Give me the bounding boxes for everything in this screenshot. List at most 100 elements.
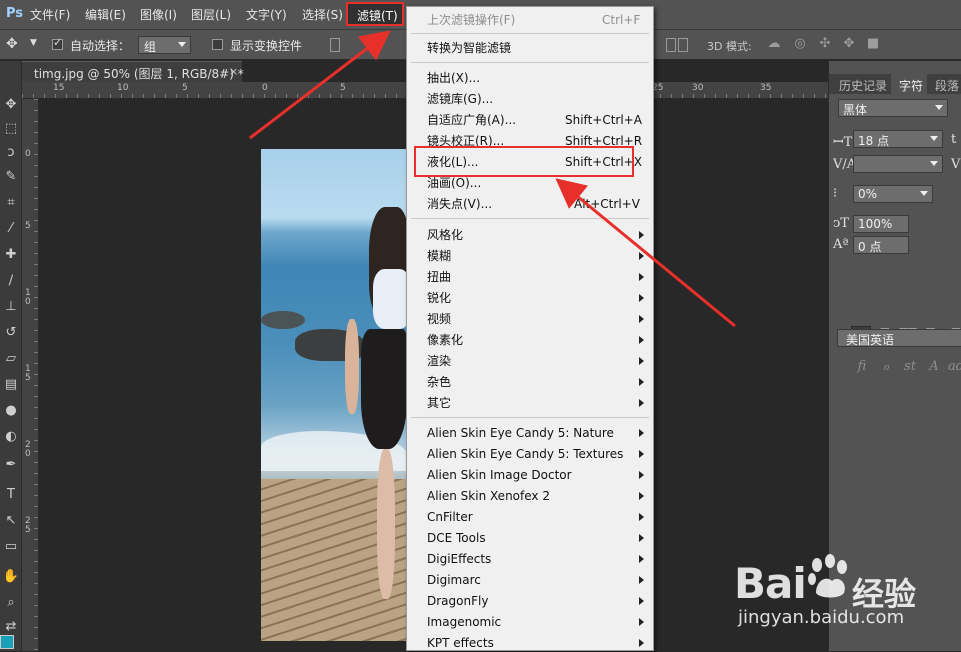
menu-image[interactable]: 图像(I) [140, 6, 177, 23]
menu-item-stylize[interactable]: 风格化 [427, 226, 463, 244]
show-transform-checkbox[interactable] [212, 39, 223, 50]
history-brush-tool-icon[interactable]: ↺ [1, 323, 21, 343]
menu-separator [411, 62, 649, 63]
submenu-arrow-icon [639, 429, 644, 437]
tracking-dropdown[interactable]: 0% [853, 185, 933, 203]
menu-file[interactable]: 文件(F) [30, 6, 70, 23]
swash-button[interactable]: A [925, 358, 943, 376]
align-top-icon[interactable] [330, 38, 340, 52]
tab-paragraph[interactable]: 段落 [935, 77, 959, 94]
menu-item-distort[interactable]: 扭曲 [427, 268, 451, 286]
menu-item-adaptive-wide-angle[interactable]: 自适应广角(A)... [427, 111, 516, 129]
paw-icon [808, 554, 847, 598]
tab-history[interactable]: 历史记录 [839, 77, 887, 94]
menu-item-extract[interactable]: 抽出(X)... [427, 69, 480, 87]
ruler-tick-label: 30 [692, 83, 704, 93]
baseline-shift-field[interactable]: 0 点 [853, 236, 909, 254]
menu-type[interactable]: 文字(Y) [246, 6, 287, 23]
tool-preset-chevron-icon[interactable]: ▼ [30, 38, 37, 48]
move-tool-icon[interactable]: ✥ [6, 36, 18, 52]
menu-item-filter-gallery[interactable]: 滤镜库(G)... [427, 90, 493, 108]
menu-item-pixelate[interactable]: 像素化 [427, 331, 463, 349]
language-dropdown[interactable]: 美国英语 [837, 329, 961, 347]
vertical-scale-field[interactable]: 100% [853, 215, 909, 233]
menu-item-smart-filter[interactable]: 转换为智能滤镜 [427, 39, 511, 57]
type-tool-icon[interactable]: T [1, 485, 21, 505]
submenu-arrow-icon [639, 639, 644, 647]
menu-item-plugin-dragonfly[interactable]: DragonFly [427, 592, 488, 610]
font-family-dropdown[interactable]: 黑体 [838, 99, 948, 117]
menu-item-noise[interactable]: 杂色 [427, 373, 451, 391]
gradient-tool-icon[interactable]: ▤ [1, 375, 21, 395]
shape-tool-icon[interactable]: ▭ [1, 537, 21, 557]
dodge-tool-icon[interactable]: ◐ [1, 427, 21, 447]
menu-edit[interactable]: 编辑(E) [85, 6, 126, 23]
submenu-arrow-icon [639, 252, 644, 260]
menu-item-plugin-cnfilter[interactable]: CnFilter [427, 508, 473, 526]
menu-item-sharpen[interactable]: 锐化 [427, 289, 451, 307]
align-middle-icon[interactable] [666, 38, 676, 52]
brush-tool-icon[interactable]: ∕ [1, 271, 21, 291]
zoom-tool-icon[interactable]: ⌕ [1, 593, 21, 613]
menu-item-plugin-eye-candy-nature[interactable]: Alien Skin Eye Candy 5: Nature [427, 424, 614, 442]
auto-select-dropdown[interactable]: 组 [138, 36, 191, 54]
lasso-tool-icon[interactable]: ↄ [1, 143, 21, 163]
menu-item-plugin-xenofex[interactable]: Alien Skin Xenofex 2 [427, 487, 550, 505]
ligature-button[interactable]: fi [853, 358, 871, 376]
eyedropper-tool-icon[interactable]: ⁄ [1, 219, 21, 239]
eraser-tool-icon[interactable]: ▱ [1, 349, 21, 369]
menu-item-other[interactable]: 其它 [427, 394, 451, 412]
leading-icon: t [951, 132, 957, 147]
menu-item-vanishing-point[interactable]: 消失点(V)... [427, 195, 492, 213]
photo-image[interactable] [261, 149, 407, 641]
old-style-button[interactable]: ℴ [877, 358, 895, 376]
rotate-3d-icon[interactable]: ☁ [766, 36, 782, 52]
menu-item-plugin-digimarc[interactable]: Digimarc [427, 571, 481, 589]
menu-item-plugin-kpt-effects[interactable]: KPT effects [427, 634, 494, 652]
blur-tool-icon[interactable]: ● [1, 401, 21, 421]
close-tab-icon[interactable]: × [229, 65, 238, 78]
drag-3d-icon[interactable]: ✣ [817, 36, 833, 52]
font-size-dropdown[interactable]: 18 点 [853, 130, 943, 148]
marquee-tool-icon[interactable]: ⬚ [1, 119, 21, 139]
submenu-arrow-icon [639, 450, 644, 458]
menu-item-blur[interactable]: 模糊 [427, 247, 451, 265]
crop-tool-icon[interactable]: ⌗ [1, 193, 21, 213]
path-select-tool-icon[interactable]: ↖ [1, 511, 21, 531]
ps-logo[interactable]: Ps [6, 6, 23, 21]
watermark-url: jingyan.baidu.com [738, 607, 905, 628]
auto-select-checkbox[interactable] [52, 36, 63, 50]
menu-item-plugin-imagenomic[interactable]: Imagenomic [427, 613, 501, 631]
menu-item-video[interactable]: 视频 [427, 310, 451, 328]
distribute-icon[interactable] [678, 38, 688, 52]
stylistic-alt-button[interactable]: st [901, 358, 919, 376]
ordinals-button[interactable]: ad [947, 358, 961, 376]
stamp-tool-icon[interactable]: ⊥ [1, 297, 21, 317]
pen-tool-icon[interactable]: ✒ [1, 455, 21, 475]
slide-3d-icon[interactable]: ✥ [841, 36, 857, 52]
document-tab[interactable]: timg.jpg @ 50% (图层 1, RGB/8#) * × [22, 61, 244, 82]
menu-layer[interactable]: 图层(L) [191, 6, 231, 23]
quick-select-tool-icon[interactable]: ✎ [1, 167, 21, 187]
menu-filter[interactable]: 滤镜(T) [346, 2, 404, 26]
menu-item-plugin-dce-tools[interactable]: DCE Tools [427, 529, 486, 547]
tab-character[interactable]: 字符 [899, 77, 923, 94]
kerning-dropdown[interactable] [853, 155, 943, 173]
roll-3d-icon[interactable]: ◎ [792, 36, 808, 52]
foreground-color-swatch[interactable] [0, 635, 14, 649]
menu-item-render[interactable]: 渲染 [427, 352, 451, 370]
menu-item-plugin-digieffects[interactable]: DigiEffects [427, 550, 491, 568]
move-tool-icon[interactable]: ✥ [1, 95, 21, 115]
panel-tabs: 历史记录 字符 段落 [829, 74, 961, 94]
swap-colors-icon[interactable]: ⇄ [1, 617, 21, 637]
baseline-shift-value: 0 点 [858, 240, 882, 254]
menu-select[interactable]: 选择(S) [302, 6, 343, 23]
vertical-scale-icon: ↄT [833, 216, 849, 231]
document-title: timg.jpg @ 50% (图层 1, RGB/8#) * [34, 67, 244, 81]
menu-item-plugin-eye-candy-textures[interactable]: Alien Skin Eye Candy 5: Textures [427, 445, 623, 463]
healing-tool-icon[interactable]: ✚ [1, 245, 21, 265]
hand-tool-icon[interactable]: ✋ [1, 567, 21, 587]
menu-item-last-filter[interactable]: 上次滤镜操作(F) [427, 11, 515, 29]
scale-3d-icon[interactable]: ■ [865, 36, 881, 52]
menu-item-plugin-image-doctor[interactable]: Alien Skin Image Doctor [427, 466, 572, 484]
